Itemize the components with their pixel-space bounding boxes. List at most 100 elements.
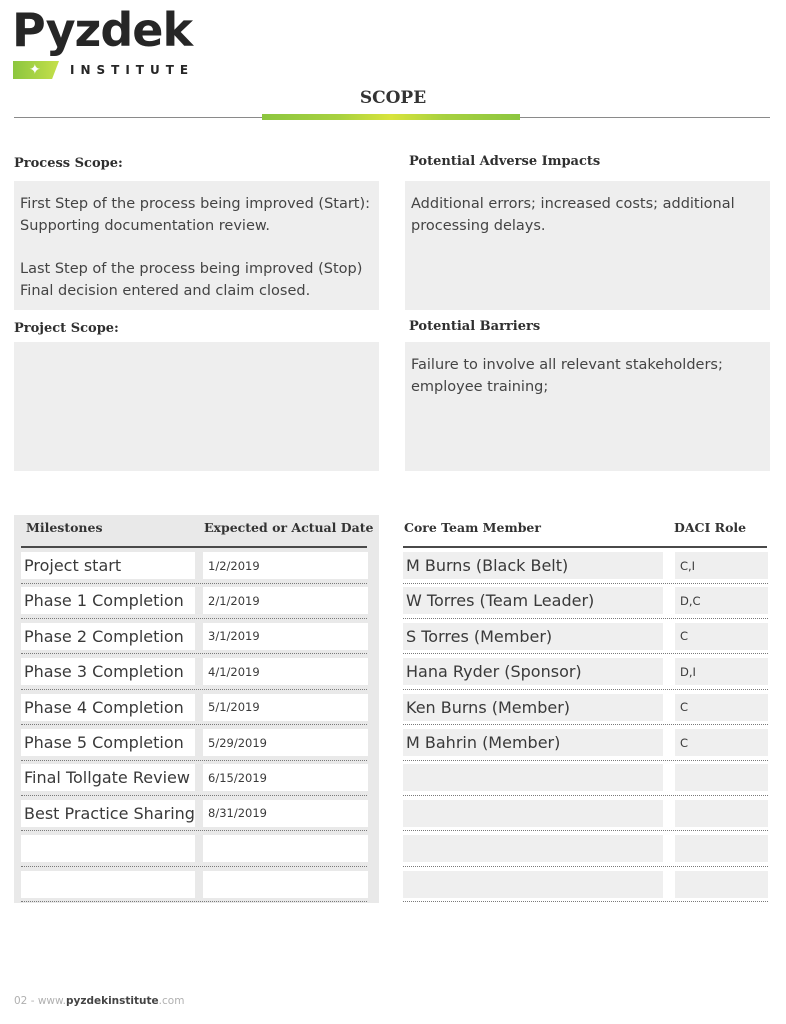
milestone-row [21, 832, 368, 868]
milestone-date-cell[interactable]: 8/31/2019 [203, 799, 368, 827]
milestone-date-cell[interactable]: 2/1/2019 [203, 587, 368, 615]
team-member-cell[interactable]: Ken Burns (Member) [403, 693, 663, 721]
barriers-text: Failure to involve all relevant stakehol… [411, 357, 723, 395]
milestone-row: Phase 2 Completion 3/1/2019 [21, 620, 368, 656]
page-title: SCOPE [359, 88, 427, 108]
milestone-row: Phase 5 Completion 5/29/2019 [21, 726, 368, 762]
footer-url-main[interactable]: pyzdekinstitute [66, 995, 159, 1007]
milestone-name-cell[interactable]: Best Practice Sharing [21, 799, 195, 827]
sparkle-icon: ✦ [29, 62, 41, 78]
milestone-row: Final Tollgate Review 6/15/2019 [21, 761, 368, 797]
row-divider [21, 688, 367, 690]
daci-role-cell[interactable] [675, 835, 768, 863]
team-member-cell[interactable] [403, 835, 663, 863]
process-scope-stop: Last Step of the process being improved … [20, 261, 363, 299]
milestone-name-cell[interactable]: Final Tollgate Review [21, 764, 195, 792]
milestone-date-cell[interactable]: 1/2/2019 [203, 552, 368, 579]
page-number: 02 [14, 995, 28, 1007]
row-divider [403, 759, 768, 761]
daci-role-cell[interactable] [675, 799, 768, 827]
milestone-name-cell[interactable] [21, 870, 195, 898]
team-row [403, 868, 768, 904]
daci-role-cell[interactable]: C [675, 622, 768, 650]
milestone-name-cell[interactable] [21, 835, 195, 863]
team-member-cell[interactable]: M Burns (Black Belt) [403, 552, 663, 579]
row-divider [21, 865, 367, 867]
row-divider [21, 653, 367, 655]
milestone-date-cell[interactable]: 3/1/2019 [203, 622, 368, 650]
row-divider [403, 724, 768, 726]
milestone-date-cell[interactable] [203, 870, 368, 898]
row-divider [21, 759, 367, 761]
team-row: S Torres (Member) C [403, 620, 768, 656]
process-scope-label: Process Scope: [14, 156, 123, 171]
row-divider [403, 794, 768, 796]
team-member-cell[interactable] [403, 799, 663, 827]
project-scope-label: Project Scope: [14, 321, 119, 336]
logo-wordmark: Pyzdek [12, 3, 193, 57]
row-divider [21, 582, 367, 584]
row-divider [21, 794, 367, 796]
milestone-date-cell[interactable]: 6/15/2019 [203, 764, 368, 792]
milestones-header-rule [21, 546, 367, 548]
milestone-date-cell[interactable]: 5/29/2019 [203, 729, 368, 756]
date-header: Expected or Actual Date [204, 520, 374, 535]
daci-role-cell[interactable]: C,I [675, 552, 768, 579]
team-row: Hana Ryder (Sponsor) D,I [403, 655, 768, 691]
team-member-cell[interactable]: M Bahrin (Member) [403, 729, 663, 756]
milestone-row: Project start 1/2/2019 [21, 549, 368, 585]
process-scope-field[interactable]: First Step of the process being improved… [14, 181, 379, 310]
milestone-name-cell[interactable]: Phase 3 Completion [21, 658, 195, 686]
milestone-row: Phase 3 Completion 4/1/2019 [21, 655, 368, 691]
milestone-name-cell[interactable]: Phase 5 Completion [21, 729, 195, 756]
barriers-field[interactable]: Failure to involve all relevant stakehol… [405, 342, 770, 471]
team-row [403, 832, 768, 868]
pyzdek-logo: Pyzdek ✦ INSTITUTE [12, 3, 202, 82]
team-member-cell[interactable] [403, 764, 663, 792]
row-divider [403, 901, 768, 903]
milestones-header: Milestones [26, 520, 103, 535]
page-footer: 02 - www.pyzdekinstitute.com [14, 995, 184, 1007]
milestone-date-cell[interactable]: 5/1/2019 [203, 693, 368, 721]
milestone-name-cell[interactable]: Phase 2 Completion [21, 622, 195, 650]
milestone-name-cell[interactable]: Project start [21, 552, 195, 579]
daci-role-cell[interactable] [675, 764, 768, 792]
adverse-impacts-field[interactable]: Additional errors; increased costs; addi… [405, 181, 770, 310]
milestone-date-cell[interactable]: 4/1/2019 [203, 658, 368, 686]
row-divider [403, 830, 768, 832]
team-row: Ken Burns (Member) C [403, 691, 768, 727]
adverse-impacts-label: Potential Adverse Impacts [409, 154, 601, 169]
row-divider [21, 830, 367, 832]
team-member-cell[interactable]: Hana Ryder (Sponsor) [403, 658, 663, 686]
process-scope-start: First Step of the process being improved… [20, 196, 371, 234]
team-member-cell[interactable]: S Torres (Member) [403, 622, 663, 650]
footer-url-prefix: www. [37, 995, 66, 1007]
adverse-impacts-text: Additional errors; increased costs; addi… [411, 196, 735, 234]
title-accent-bar [262, 114, 520, 120]
row-divider [21, 724, 367, 726]
milestone-row: Phase 1 Completion 2/1/2019 [21, 584, 368, 620]
daci-role-cell[interactable]: C [675, 729, 768, 756]
logo-subtitle: INSTITUTE [70, 63, 195, 77]
milestone-date-cell[interactable] [203, 835, 368, 863]
daci-role-cell[interactable] [675, 870, 768, 898]
daci-role-cell[interactable]: D,C [675, 587, 768, 615]
team-row: W Torres (Team Leader) D,C [403, 584, 768, 620]
row-divider [403, 688, 768, 690]
milestone-row [21, 868, 368, 904]
team-row: M Burns (Black Belt) C,I [403, 549, 768, 585]
team-member-header: Core Team Member [404, 520, 541, 535]
project-scope-field[interactable] [14, 342, 379, 471]
milestone-row: Phase 4 Completion 5/1/2019 [21, 691, 368, 727]
milestone-name-cell[interactable]: Phase 1 Completion [21, 587, 195, 615]
daci-role-cell[interactable]: D,I [675, 658, 768, 686]
daci-role-cell[interactable]: C [675, 693, 768, 721]
team-row [403, 797, 768, 833]
team-member-cell[interactable] [403, 870, 663, 898]
team-member-cell[interactable]: W Torres (Team Leader) [403, 587, 663, 615]
team-row: M Bahrin (Member) C [403, 726, 768, 762]
milestone-name-cell[interactable]: Phase 4 Completion [21, 693, 195, 721]
row-divider [403, 582, 768, 584]
daci-role-header: DACI Role [674, 520, 747, 535]
row-divider [403, 617, 768, 619]
